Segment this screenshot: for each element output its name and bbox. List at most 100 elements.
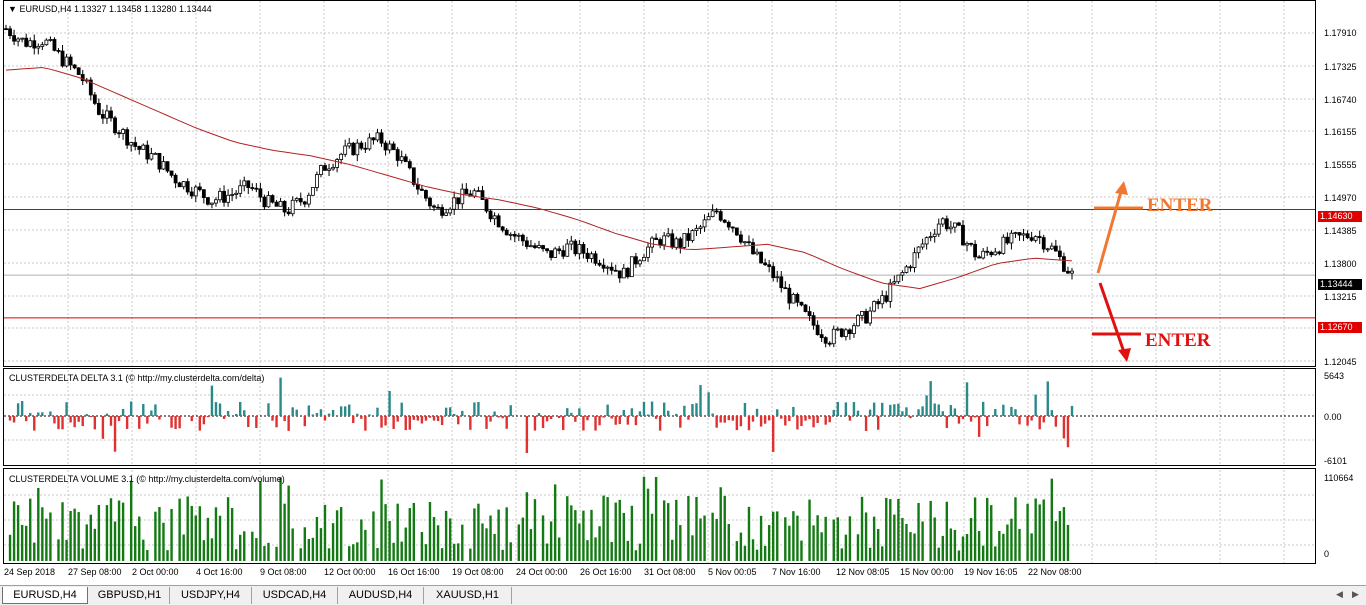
candle-bull <box>141 144 146 150</box>
delta-bar-negative <box>719 416 722 423</box>
volume-bar <box>671 539 674 561</box>
candle-bear <box>803 304 808 312</box>
tab-audusd-h4[interactable]: AUDUSD,H4 <box>338 587 424 604</box>
volume-bar <box>210 538 214 561</box>
volume-bar <box>489 515 492 561</box>
volume-bar <box>178 498 181 561</box>
delta-bar-positive <box>41 412 44 416</box>
delta-bar-negative <box>1030 416 1033 421</box>
candle-bull <box>181 181 186 188</box>
candle-bull <box>129 142 134 146</box>
candle-bull <box>755 251 759 255</box>
delta-bar-negative <box>804 416 807 421</box>
tab-gbpusd-h1[interactable]: GBPUSD,H1 <box>90 587 170 604</box>
delta-bar-negative <box>436 416 440 422</box>
delta-bar-positive <box>1070 405 1074 416</box>
candle-bear <box>496 215 501 228</box>
time-label: 27 Sep 08:00 <box>68 567 122 577</box>
delta-bar-negative <box>113 416 117 452</box>
volume-bar <box>735 541 739 561</box>
delta-bar-negative <box>202 416 206 425</box>
volume-bar <box>182 534 185 561</box>
delta-bar-positive <box>889 404 892 416</box>
price-label: 1.13800 <box>1324 259 1357 269</box>
tab-scroll-right-icon[interactable]: ▶ <box>1352 589 1359 600</box>
delta-bar-negative <box>416 416 420 421</box>
candle-bear <box>997 251 1002 254</box>
candle-bear <box>730 226 735 229</box>
candle-bull <box>1009 232 1014 244</box>
dropdown-triangle-icon[interactable]: ▼ <box>8 4 17 14</box>
delta-bar-negative <box>574 416 577 422</box>
delta-bar-positive <box>606 404 609 416</box>
tab-scroll-left-icon[interactable]: ◀ <box>1336 589 1343 600</box>
delta-bar-negative <box>440 416 444 426</box>
delta-bar-positive <box>218 403 222 416</box>
tab-eurusd-h4[interactable]: EURUSD,H4 <box>2 587 88 604</box>
volume-bar <box>662 500 666 561</box>
delta-bar-negative <box>751 416 755 422</box>
volume-bar <box>364 529 367 561</box>
candle-bull <box>472 190 477 197</box>
candle-bull <box>698 226 703 229</box>
delta-bar-negative <box>1062 416 1066 439</box>
volume-bar <box>16 505 20 561</box>
volume-bar <box>469 548 472 561</box>
candle-bear <box>977 256 982 259</box>
candle-bear <box>738 234 743 243</box>
delta-bar-negative <box>1066 416 1070 448</box>
delta-bar-negative <box>626 416 630 425</box>
price-label: 1.16155 <box>1324 127 1357 137</box>
delta-bar-negative <box>808 416 811 420</box>
delta-bar-positive <box>949 405 953 416</box>
delta-bar-negative <box>731 416 735 421</box>
candle-bull <box>516 234 521 237</box>
delta-bar-negative <box>247 416 250 428</box>
delta-bar-negative <box>109 416 113 426</box>
volume-bar <box>291 528 294 561</box>
volume-bar <box>699 518 702 561</box>
delta-bar-negative <box>562 416 565 431</box>
delta-bar-negative <box>303 416 307 427</box>
volume-bar <box>388 521 391 561</box>
candle-bear <box>625 267 630 278</box>
candle-bull <box>650 237 654 248</box>
delta-bar-negative <box>614 416 617 425</box>
delta-bar-positive <box>319 409 323 416</box>
delta-bar-positive <box>852 402 856 416</box>
delta-bar-negative <box>876 416 880 430</box>
volume-bar <box>638 543 642 561</box>
candle-bull <box>230 194 235 196</box>
tab-usdcad-h4[interactable]: USDCAD,H4 <box>252 587 338 604</box>
candle-bull <box>444 212 449 216</box>
delta-bar-negative <box>457 416 460 425</box>
delta-bar-negative <box>557 416 561 419</box>
candle-bear <box>52 39 57 51</box>
candle-bull <box>343 145 348 155</box>
volume-bar <box>654 476 658 561</box>
chart-area[interactable]: ▼ EURUSD,H4 1.13327 1.13458 1.13280 1.13… <box>0 0 1366 585</box>
tab-xauusd-h1[interactable]: XAUUSD,H1 <box>424 587 512 604</box>
candle-bear <box>827 342 832 345</box>
tab-usdjpy-h4[interactable]: USDJPY,H4 <box>170 587 252 604</box>
delta-bar-negative <box>138 416 141 429</box>
volume-bar <box>77 512 80 561</box>
candle-bear <box>504 229 509 236</box>
candle-bear <box>72 64 77 69</box>
volume-bar <box>743 545 747 561</box>
volume-bar <box>404 527 407 561</box>
volume-bar <box>376 547 379 561</box>
volume-bar <box>509 542 512 561</box>
candle-bear <box>145 144 150 160</box>
volume-bar <box>1054 521 1058 561</box>
volume-bar <box>97 504 101 561</box>
candle-bear <box>68 56 73 66</box>
delta-bar-negative <box>396 416 399 422</box>
delta-bar-negative <box>206 416 210 418</box>
candle-bull <box>290 199 295 215</box>
candle-bear <box>601 264 606 269</box>
volume-bar <box>816 515 819 561</box>
candle-bear <box>379 132 384 144</box>
candle-bull <box>266 195 271 208</box>
candle-bull <box>666 233 671 237</box>
